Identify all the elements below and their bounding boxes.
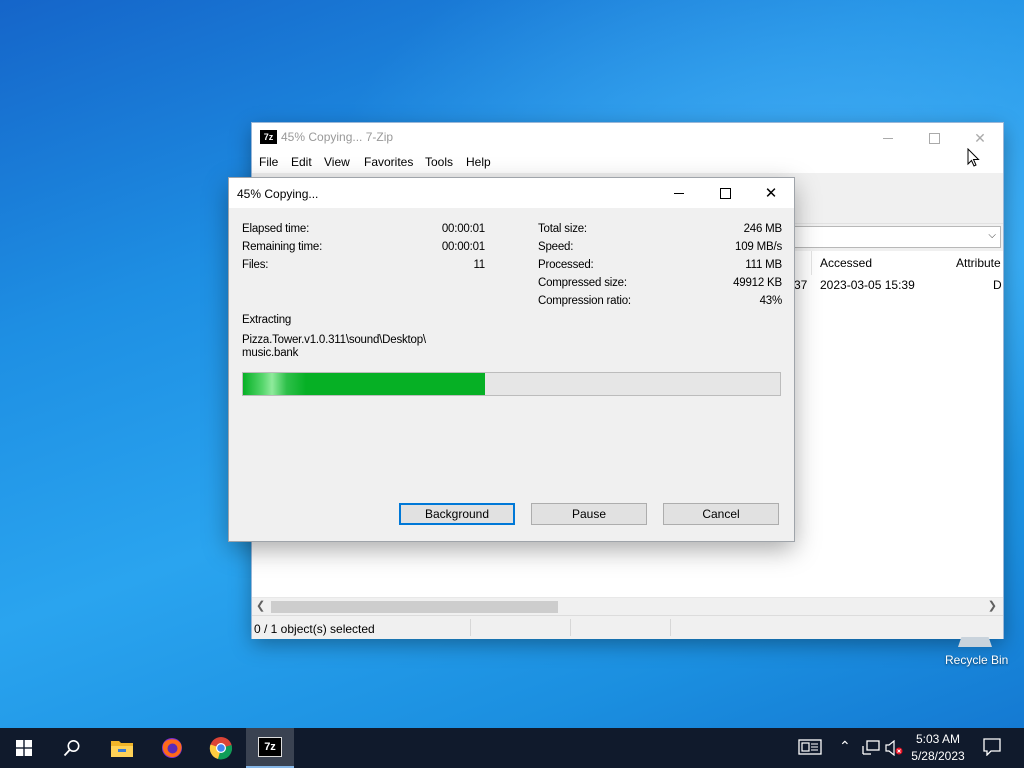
compressed-size-label: Compressed size:: [538, 277, 627, 289]
recycle-bin-label[interactable]: Recycle Bin: [945, 653, 1008, 667]
mouse-cursor-icon: [967, 148, 980, 167]
progress-dialog: 45% Copying... ✕ Elapsed time: 00:00:01 …: [229, 178, 794, 541]
files-label: Files:: [242, 259, 269, 271]
start-button[interactable]: [0, 728, 48, 768]
taskbar-file-explorer[interactable]: [98, 728, 146, 768]
progress-bar: [242, 372, 781, 396]
cell-accessed: 2023-03-05 15:39: [820, 278, 915, 292]
chevron-down-icon[interactable]: ⌵: [988, 230, 996, 241]
minimize-icon: [674, 192, 684, 194]
maximize-icon: [719, 187, 731, 199]
recycle-bin-icon[interactable]: [958, 637, 992, 647]
processed-label: Processed:: [538, 259, 594, 271]
total-size-label: Total size:: [538, 223, 587, 235]
progress-bar-fill: [243, 373, 485, 395]
horizontal-scrollbar[interactable]: ❮ ❯: [252, 597, 1003, 615]
taskbar: 7z ⌃ 5:03 AM 5/28/2023: [0, 728, 1024, 768]
action-center-icon[interactable]: [983, 738, 1001, 759]
clock-time[interactable]: 5:03 AM: [900, 732, 976, 746]
menu-help[interactable]: Help: [466, 155, 491, 169]
scroll-right-icon[interactable]: ❯: [988, 599, 997, 612]
current-file-path: Pizza.Tower.v1.0.311\sound\Desktop\: [242, 334, 426, 346]
close-icon: ✕: [974, 129, 986, 146]
column-divider[interactable]: [811, 251, 812, 275]
scroll-left-icon[interactable]: ❮: [256, 599, 265, 612]
current-file-name: music.bank: [242, 347, 299, 359]
speed-label: Speed:: [538, 241, 574, 253]
elapsed-time-label: Elapsed time:: [242, 223, 310, 235]
menu-tools[interactable]: Tools: [425, 155, 453, 169]
file-explorer-icon: [111, 741, 133, 757]
dialog-titlebar[interactable]: 45% Copying... ✕: [229, 178, 794, 208]
cell-attribute: D: [993, 278, 1002, 292]
chevron-up-icon[interactable]: ⌃: [839, 738, 851, 755]
files-value: 11: [473, 259, 485, 271]
dialog-maximize-button[interactable]: [702, 178, 748, 208]
status-bar: 0 / 1 object(s) selected: [252, 615, 1003, 639]
taskbar-7zip[interactable]: 7z: [246, 728, 294, 768]
7zip-app-icon: 7z: [260, 130, 277, 144]
taskbar-firefox[interactable]: [148, 728, 196, 768]
menu-view[interactable]: View: [324, 155, 350, 169]
cancel-button[interactable]: Cancel: [663, 503, 779, 525]
column-header-accessed[interactable]: Accessed: [820, 256, 872, 270]
remaining-time-label: Remaining time:: [242, 241, 323, 253]
maximize-icon: [928, 132, 940, 144]
background-button[interactable]: Background: [399, 503, 515, 525]
main-titlebar[interactable]: 7z 45% Copying... 7-Zip ✕: [252, 123, 1003, 153]
cell-modified-partial: 37: [794, 278, 808, 292]
column-header-attribute[interactable]: Attribute: [956, 256, 1001, 270]
menu-file[interactable]: File: [259, 155, 278, 169]
processed-value: 111 MB: [745, 259, 782, 271]
elapsed-time-value: 00:00:01: [441, 223, 485, 235]
dialog-close-button[interactable]: ✕: [748, 178, 794, 208]
dialog-minimize-button[interactable]: [656, 178, 702, 208]
network-icon[interactable]: [862, 740, 880, 759]
compressed-size-value: 49912 KB: [733, 277, 782, 289]
minimize-button[interactable]: [865, 123, 911, 153]
status-separator: [570, 619, 571, 636]
search-button[interactable]: [48, 728, 96, 768]
scrollbar-thumb[interactable]: [271, 601, 558, 613]
operation-label: Extracting: [242, 314, 292, 326]
compression-ratio-label: Compression ratio:: [538, 295, 631, 307]
speed-value: 109 MB/s: [735, 241, 782, 253]
close-icon: ✕: [764, 185, 778, 202]
notification-news-icon[interactable]: [798, 738, 822, 759]
7zip-icon: 7z: [258, 737, 282, 757]
remaining-time-value: 00:00:01: [441, 241, 485, 253]
status-separator: [670, 619, 671, 636]
taskbar-chrome[interactable]: [197, 728, 245, 768]
maximize-button[interactable]: [911, 123, 957, 153]
clock-date[interactable]: 5/28/2023: [900, 749, 976, 763]
menu-favorites[interactable]: Favorites: [364, 155, 413, 169]
status-text: 0 / 1 object(s) selected: [254, 622, 375, 636]
pause-button[interactable]: Pause: [531, 503, 647, 525]
chrome-icon: [209, 737, 233, 760]
menu-edit[interactable]: Edit: [291, 155, 312, 169]
windows-start-icon: [16, 740, 32, 756]
main-window-title: 45% Copying... 7-Zip: [281, 130, 394, 144]
firefox-icon: [162, 738, 182, 758]
status-separator: [470, 619, 471, 636]
total-size-value: 246 MB: [743, 223, 783, 235]
compression-ratio-value: 43%: [759, 295, 783, 307]
minimize-icon: [883, 137, 893, 139]
search-icon: [63, 740, 80, 757]
dialog-title: 45% Copying...: [237, 187, 319, 201]
